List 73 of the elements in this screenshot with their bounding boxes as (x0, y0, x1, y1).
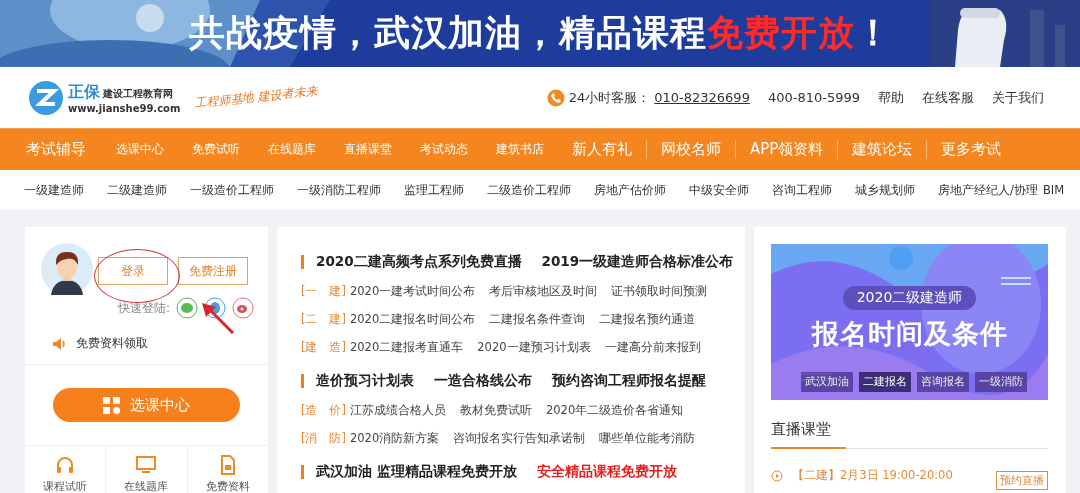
headline-link[interactable]: 2020二建高频考点系列免费直播 (316, 253, 522, 271)
header-link[interactable]: 关于我们 (992, 88, 1044, 107)
exam-link[interactable]: BIM (1042, 183, 1065, 197)
news-link[interactable]: 2020一建考试时间公布 (350, 283, 476, 299)
category-tag: [消 防] (301, 430, 346, 446)
slogan: 工程师基地 建设者未来 (193, 82, 319, 113)
logo-icon (28, 79, 64, 116)
section-title: 直播课堂 (771, 420, 846, 449)
annotation-arrow (201, 302, 235, 334)
category-tag: [二 建] (301, 311, 346, 327)
shortcut-link[interactable]: 课程试听 (43, 479, 88, 493)
headline-link[interactable]: 武汉加油 监理精品课程免费开放 (316, 463, 517, 481)
headline-link[interactable]: 2019一级建造师合格标准公布 (541, 253, 734, 271)
news-link[interactable]: 一建高分前来报到 (604, 339, 701, 355)
quick-login-label: 快速登陆: (118, 299, 171, 317)
news-link[interactable]: 二建报名条件查询 (489, 311, 586, 327)
news-link[interactable]: 证书领取时间预测 (611, 283, 708, 299)
shortcut-link[interactable]: 在线题库 (124, 479, 169, 493)
exam-link[interactable]: 房地产经纪人/协理 (938, 182, 1038, 198)
news-link[interactable]: 咨询报名实行告知承诺制 (453, 430, 586, 446)
news-link[interactable]: 2020年二级造价各省通知 (546, 402, 684, 418)
headline-link[interactable]: 造价预习计划表 (316, 372, 414, 390)
hotline-number: 010-82326699 (654, 90, 750, 105)
header-link[interactable]: 在线客服 (922, 88, 974, 107)
news-link[interactable]: 教材免费试听 (460, 402, 532, 418)
category-tag: [造 价] (301, 402, 346, 418)
exam-link[interactable]: 二级造价工程师 (487, 182, 571, 198)
exam-link[interactable]: 二级建造师 (107, 182, 167, 198)
hotline-label: 24小时客服： (568, 88, 651, 107)
site-name: 建设工程教育网 (103, 86, 173, 101)
exam-link[interactable]: 一级消防工程师 (297, 182, 381, 198)
carousel-tab[interactable]: 二建报名 (859, 372, 911, 392)
brand-name: 正保 (68, 81, 100, 103)
exam-link[interactable]: 监理工程师 (404, 182, 464, 198)
monitor-icon (136, 455, 157, 475)
exam-link[interactable]: 一级建造师 (24, 182, 84, 198)
exam-link[interactable]: 房地产估价师 (594, 182, 666, 198)
category-tag: [建 造] (301, 339, 346, 355)
grid-icon (103, 396, 120, 414)
news-link[interactable]: 二建报名预约通道 (599, 311, 696, 327)
site-url: www.jianshe99.com (68, 102, 181, 114)
exam-link[interactable]: 咨询工程师 (772, 182, 832, 198)
news-link[interactable]: 哪些单位能考消防 (599, 430, 696, 446)
news-link[interactable]: 江苏成绩合格人员 (350, 402, 446, 418)
category-tag: [一 建] (301, 283, 346, 299)
phone-icon (546, 88, 565, 107)
free-material-link[interactable]: 免费资料领取 (76, 335, 148, 352)
eye-icon[interactable] (232, 297, 255, 319)
exam-link[interactable]: 城乡规划师 (855, 182, 915, 198)
news-link[interactable]: 2020二建报考直通车 (350, 339, 464, 355)
carousel-tab[interactable]: 武汉加油 (801, 372, 853, 392)
banner-title: 报名时间及条件 (811, 317, 1008, 351)
banner-slogan: 共战疫情，武汉加油，精品课程免费开放！ (188, 11, 892, 55)
headphones-icon (55, 455, 76, 475)
headline-link[interactable]: 安全精品课程免费开放 (536, 463, 677, 481)
news-link[interactable]: 2020消防新方案 (350, 430, 440, 446)
exam-link[interactable]: 一级造价工程师 (190, 182, 274, 198)
exam-link[interactable]: 中级安全师 (689, 182, 749, 198)
headline-link[interactable]: 预约咨询工程师报名提醒 (552, 372, 706, 390)
header-link[interactable]: 帮助 (878, 88, 904, 107)
news-link[interactable]: 2020一建预习计划表 (477, 339, 591, 355)
play-icon (771, 469, 783, 482)
carousel-tab[interactable]: 一级消防 (975, 372, 1027, 392)
banner-subtitle: 2020二级建造师 (842, 286, 977, 310)
shortcut-link[interactable]: 免费资料 (205, 479, 250, 493)
phone-number: 400-810-5999 (767, 90, 860, 105)
carousel-tab[interactable]: 咨询报名 (917, 372, 969, 392)
avatar-icon (41, 243, 93, 295)
headline-link[interactable]: 一造合格线公布 (434, 372, 532, 390)
news-link[interactable]: 2020二建报名时间公布 (350, 311, 476, 327)
news-link[interactable]: 考后审核地区及时间 (489, 283, 598, 299)
live-time: 【二建】2月3日 19:00-20:00 (792, 468, 954, 483)
speaker-icon (52, 336, 66, 351)
